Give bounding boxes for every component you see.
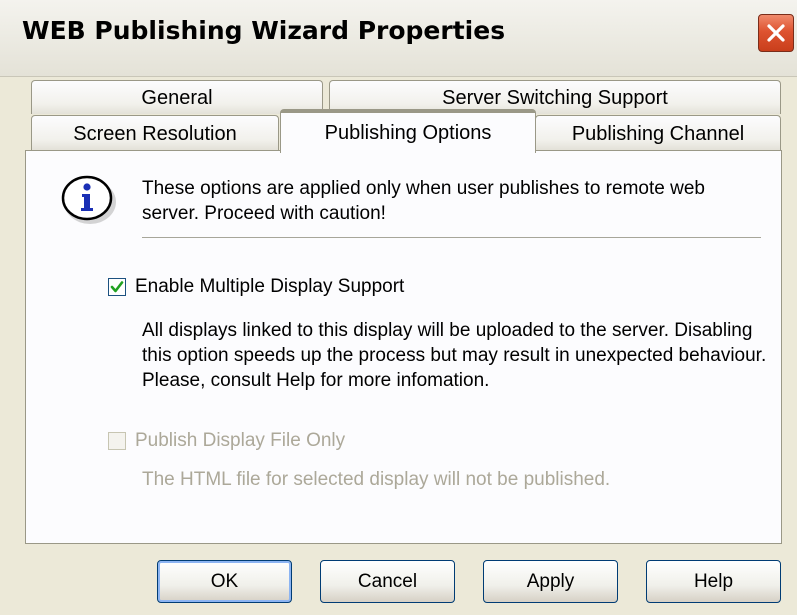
publish-display-file-only-description: The HTML file for selected display will … <box>142 469 611 490</box>
enable-multiple-display-checkbox[interactable] <box>108 278 126 296</box>
close-button[interactable] <box>758 14 794 52</box>
info-message: These options are applied only when user… <box>142 178 705 224</box>
tab-screen-resolution[interactable]: Screen Resolution <box>31 115 279 150</box>
tab-publishing-channel[interactable]: Publishing Channel <box>535 115 781 150</box>
checkmark-icon <box>110 281 124 293</box>
tab-publishing-options[interactable]: Publishing Options <box>280 109 536 153</box>
cancel-button[interactable]: Cancel <box>320 560 455 603</box>
publish-display-file-only-label: Publish Display File Only <box>135 430 346 451</box>
ok-button[interactable]: OK <box>157 560 292 603</box>
enable-multiple-display-description: All displays linked to this display will… <box>142 320 767 391</box>
info-icon <box>61 175 116 224</box>
publish-display-file-only-checkbox <box>108 432 126 450</box>
separator <box>142 237 761 238</box>
window-title: WEB Publishing Wizard Properties <box>22 16 506 45</box>
help-button[interactable]: Help <box>646 560 781 603</box>
close-icon <box>767 24 785 42</box>
enable-multiple-display-label[interactable]: Enable Multiple Display Support <box>135 275 404 299</box>
apply-button[interactable]: Apply <box>483 560 618 603</box>
tab-general[interactable]: General <box>31 80 323 114</box>
title-bar: WEB Publishing Wizard Properties <box>0 0 797 77</box>
